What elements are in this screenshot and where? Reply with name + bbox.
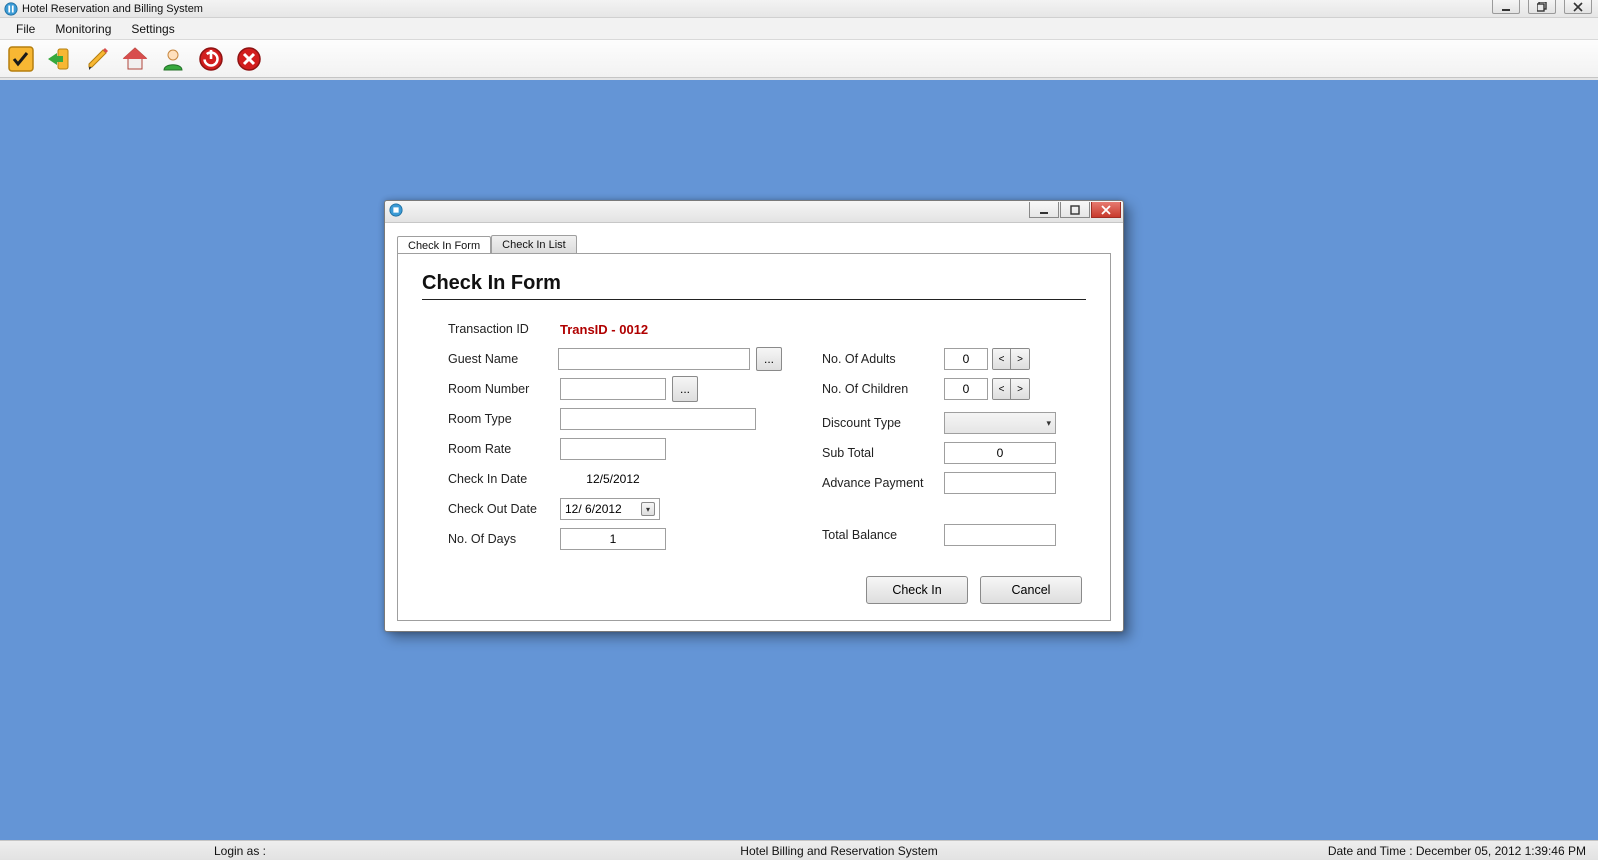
mdi-area: Check In Form Check In List Check In For… bbox=[0, 80, 1598, 840]
label-check-in-date: Check In Date bbox=[448, 472, 560, 486]
stop-icon[interactable] bbox=[234, 44, 264, 74]
form-columns: Transaction ID TransID - 0012 Guest Name… bbox=[422, 314, 1086, 604]
home-icon[interactable] bbox=[120, 44, 150, 74]
tabstrip: Check In Form Check In List bbox=[393, 231, 1115, 253]
children-incr-button[interactable]: > bbox=[1011, 379, 1029, 399]
menu-monitoring[interactable]: Monitoring bbox=[45, 20, 121, 38]
row-no-of-days: No. Of Days bbox=[448, 524, 782, 554]
row-no-of-adults: No. Of Adults < > bbox=[822, 344, 1086, 374]
form-column-left: Transaction ID TransID - 0012 Guest Name… bbox=[422, 314, 782, 604]
label-guest-name: Guest Name bbox=[448, 352, 558, 366]
label-room-number: Room Number bbox=[448, 382, 560, 396]
label-no-of-days: No. Of Days bbox=[448, 532, 560, 546]
tab-page-form: Check In Form Transaction ID TransID - 0… bbox=[397, 253, 1111, 621]
input-room-number[interactable] bbox=[560, 378, 666, 400]
toolbar bbox=[0, 40, 1598, 78]
child-maximize-button[interactable] bbox=[1060, 202, 1090, 218]
status-datetime: Date and Time : December 05, 2012 1:39:4… bbox=[1198, 844, 1598, 858]
close-button[interactable] bbox=[1564, 0, 1592, 14]
menu-file[interactable]: File bbox=[6, 20, 45, 38]
app-title: Hotel Reservation and Billing System bbox=[22, 3, 203, 15]
tab-check-in-form[interactable]: Check In Form bbox=[397, 236, 491, 254]
status-center: Hotel Billing and Reservation System bbox=[480, 844, 1198, 858]
value-check-out-date: 12/ 6/2012 bbox=[565, 502, 622, 516]
check-in-button[interactable]: Check In bbox=[866, 576, 968, 604]
input-check-out-date[interactable]: 12/ 6/2012 bbox=[560, 498, 660, 520]
input-guest-name[interactable] bbox=[558, 348, 750, 370]
window-controls bbox=[1492, 0, 1592, 14]
spacer bbox=[822, 314, 1086, 344]
value-check-in-date: 12/5/2012 bbox=[560, 472, 666, 486]
user-icon[interactable] bbox=[158, 44, 188, 74]
input-room-type[interactable] bbox=[560, 408, 756, 430]
row-discount-type: Discount Type bbox=[822, 408, 1086, 438]
checklist-icon[interactable] bbox=[6, 44, 36, 74]
form-column-right: No. Of Adults < > No. O bbox=[822, 314, 1086, 604]
browse-room-button[interactable]: ... bbox=[672, 376, 698, 402]
child-minimize-button[interactable] bbox=[1029, 202, 1059, 218]
label-sub-total: Sub Total bbox=[822, 446, 944, 460]
input-room-rate[interactable] bbox=[560, 438, 666, 460]
browse-guest-button[interactable]: ... bbox=[756, 347, 782, 371]
minimize-button[interactable] bbox=[1492, 0, 1520, 14]
value-transaction-id: TransID - 0012 bbox=[560, 322, 648, 337]
children-decr-button[interactable]: < bbox=[993, 379, 1011, 399]
restore-button[interactable] bbox=[1528, 0, 1556, 14]
label-discount-type: Discount Type bbox=[822, 416, 944, 430]
row-sub-total: Sub Total bbox=[822, 438, 1086, 468]
row-advance-payment: Advance Payment bbox=[822, 468, 1086, 498]
row-total-balance: Total Balance bbox=[822, 520, 1086, 550]
app-icon bbox=[4, 2, 18, 16]
adults-incr-button[interactable]: > bbox=[1011, 349, 1029, 369]
child-window-controls bbox=[1028, 202, 1121, 218]
input-discount-type[interactable] bbox=[944, 412, 1056, 434]
form-rule bbox=[422, 299, 1086, 300]
adults-spinner: < > bbox=[992, 348, 1030, 370]
row-check-out-date: Check Out Date 12/ 6/2012 bbox=[448, 494, 782, 524]
label-transaction-id: Transaction ID bbox=[448, 322, 560, 336]
label-total-balance: Total Balance bbox=[822, 528, 944, 542]
main-window: Hotel Reservation and Billing System Fil… bbox=[0, 0, 1598, 860]
label-room-rate: Room Rate bbox=[448, 442, 560, 456]
label-check-out-date: Check Out Date bbox=[448, 502, 560, 516]
menubar: File Monitoring Settings bbox=[0, 18, 1598, 40]
menu-settings[interactable]: Settings bbox=[121, 20, 184, 38]
child-body: Check In Form Check In List Check In For… bbox=[393, 231, 1115, 623]
row-room-rate: Room Rate bbox=[448, 434, 782, 464]
form-heading: Check In Form bbox=[422, 272, 1086, 295]
statusbar: Login as : Hotel Billing and Reservation… bbox=[0, 840, 1598, 860]
spacer bbox=[822, 498, 1086, 520]
label-advance-payment: Advance Payment bbox=[822, 476, 944, 490]
child-titlebar bbox=[385, 201, 1123, 223]
row-room-type: Room Type bbox=[448, 404, 782, 434]
tab-check-in-list[interactable]: Check In List bbox=[491, 235, 577, 253]
child-app-icon bbox=[389, 203, 403, 220]
adults-decr-button[interactable]: < bbox=[993, 349, 1011, 369]
row-guest-name: Guest Name ... bbox=[448, 344, 782, 374]
label-no-of-children: No. Of Children bbox=[822, 382, 944, 396]
input-no-of-days[interactable] bbox=[560, 528, 666, 550]
row-check-in-date: Check In Date 12/5/2012 bbox=[448, 464, 782, 494]
input-no-of-children[interactable] bbox=[944, 378, 988, 400]
row-no-of-children: No. Of Children < > bbox=[822, 374, 1086, 404]
calendar-dropdown-icon[interactable] bbox=[641, 502, 655, 516]
edit-icon[interactable] bbox=[82, 44, 112, 74]
input-advance-payment[interactable] bbox=[944, 472, 1056, 494]
cancel-button[interactable]: Cancel bbox=[980, 576, 1082, 604]
row-room-number: Room Number ... bbox=[448, 374, 782, 404]
checkin-icon[interactable] bbox=[44, 44, 74, 74]
titlebar: Hotel Reservation and Billing System bbox=[0, 0, 1598, 18]
label-room-type: Room Type bbox=[448, 412, 560, 426]
row-transaction-id: Transaction ID TransID - 0012 bbox=[448, 314, 782, 344]
child-close-button[interactable] bbox=[1091, 202, 1121, 218]
children-spinner: < > bbox=[992, 378, 1030, 400]
status-login: Login as : bbox=[0, 844, 480, 858]
label-no-of-adults: No. Of Adults bbox=[822, 352, 944, 366]
checkin-window: Check In Form Check In List Check In For… bbox=[384, 200, 1124, 632]
power-icon[interactable] bbox=[196, 44, 226, 74]
input-sub-total[interactable] bbox=[944, 442, 1056, 464]
button-row: Check In Cancel bbox=[822, 576, 1082, 604]
input-total-balance[interactable] bbox=[944, 524, 1056, 546]
input-no-of-adults[interactable] bbox=[944, 348, 988, 370]
